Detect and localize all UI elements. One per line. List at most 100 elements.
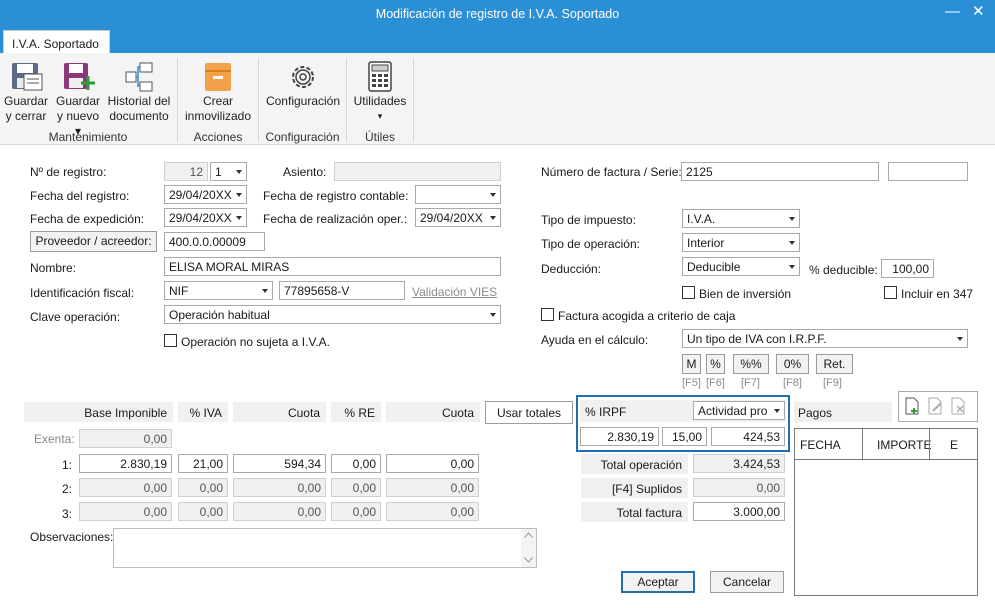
row-1-cuota-re[interactable]: 0,00 (386, 454, 479, 473)
row-2-re[interactable]: 0,00 (331, 478, 381, 497)
serie-field[interactable] (888, 162, 968, 181)
tipo-operacion-select[interactable]: Interior (682, 233, 800, 252)
bien-inversion-checkbox[interactable] (682, 286, 695, 299)
window-title: Modificación de registro de I.V.A. Sopor… (375, 7, 620, 21)
scroll-down-icon[interactable] (524, 557, 533, 563)
observaciones-textarea[interactable] (113, 528, 537, 568)
col-divider (929, 429, 930, 460)
irpf-label: % IRPF (585, 405, 627, 419)
add-document-icon[interactable] (903, 397, 921, 415)
chevron-down-icon (236, 170, 242, 174)
ayuda-select[interactable]: Un tipo de IVA con I.R.P.F. (682, 329, 968, 348)
row-2-cuota-re[interactable]: 0,00 (386, 478, 479, 497)
row-3-iva[interactable]: 0,00 (178, 502, 228, 521)
irpf-cuota-field[interactable]: 424,53 (711, 427, 785, 446)
incluir-347-label: Incluir en 347 (901, 287, 974, 301)
criterio-caja-checkbox[interactable] (541, 308, 554, 321)
key-f6: [F6] (706, 377, 725, 389)
total-operacion-label: Total operación (581, 454, 688, 474)
minimize-button[interactable]: — (945, 4, 960, 20)
group-mantenimiento: Mantenimiento (48, 130, 128, 144)
configuracion-button[interactable]: Configuración (262, 60, 344, 124)
row-3-cuota[interactable]: 0,00 (233, 502, 326, 521)
header-cuota-re: Cuota (386, 402, 480, 422)
chevron-down-icon (236, 216, 242, 220)
tipo-impuesto-select[interactable]: I.V.A. (682, 209, 800, 228)
crear-inmovilizado-button[interactable]: Crear inmovilizado (181, 60, 255, 124)
key-f7: [F7] (741, 377, 760, 389)
row-2-base[interactable]: 0,00 (79, 478, 172, 497)
irpf-tipo-select[interactable]: Actividad pro (693, 401, 785, 420)
no-sujeta-checkbox[interactable] (164, 334, 177, 347)
guardar-nuevo-button[interactable]: Guardar y nuevo ▾ (53, 60, 103, 138)
row-2-iva[interactable]: 0,00 (178, 478, 228, 497)
crear-label-1: Crear (202, 94, 233, 108)
row-1-iva[interactable]: 21,00 (178, 454, 228, 473)
suplidos-field[interactable]: 0,00 (693, 478, 785, 497)
fecha-realizacion-field[interactable]: 29/04/20XX (415, 208, 501, 227)
history-tree-icon (125, 62, 153, 92)
n-registro-field[interactable]: 12 (164, 162, 208, 181)
historial-label-2: documento (109, 109, 169, 123)
proveedor-field[interactable]: 400.0.0.00009 (164, 232, 265, 251)
bien-inversion-label: Bien de inversión (699, 287, 792, 301)
total-operacion-field[interactable]: 3.424,53 (693, 454, 785, 473)
row-3-re[interactable]: 0,00 (331, 502, 381, 521)
edit-document-icon[interactable] (926, 397, 944, 415)
exenta-field[interactable]: 0,00 (79, 429, 172, 448)
row-3-cuota-re[interactable]: 0,00 (386, 502, 479, 521)
nombre-field[interactable]: ELISA MORAL MIRAS (164, 257, 501, 276)
fecha-realizacion-label: Fecha de realización oper.: (263, 212, 408, 226)
tab-iva-soportado[interactable]: I.V.A. Soportado (3, 30, 110, 54)
suplidos-label: [F4] Suplidos (581, 478, 688, 498)
irpf-pct-field[interactable]: 15,00 (662, 427, 707, 446)
deduccion-value: Deducible (687, 260, 741, 274)
irpf-base-field[interactable]: 2.830,19 (580, 427, 659, 446)
pagos-col-importe: IMPORTE (877, 438, 932, 452)
guardar-cerrar-button[interactable]: Guardar y cerrar (3, 60, 49, 124)
factura-field[interactable]: 2125 (681, 162, 879, 181)
fecha-contable-field[interactable] (415, 185, 501, 204)
clave-select[interactable]: Operación habitual (164, 305, 501, 324)
delete-document-icon[interactable] (949, 397, 967, 415)
utilidades-button[interactable]: Utilidades ▾ (350, 60, 410, 124)
pct-deducible-field[interactable]: 100,00 (881, 259, 934, 278)
row-1-cuota[interactable]: 594,34 (233, 454, 326, 473)
total-factura-field[interactable]: 3.000,00 (693, 502, 785, 521)
utilidades-dropdown-icon: ▾ (377, 111, 383, 121)
calc-m-button[interactable]: M (682, 354, 701, 374)
aceptar-button[interactable]: Aceptar (621, 571, 695, 593)
incluir-347-checkbox[interactable] (884, 286, 897, 299)
chevron-down-icon (262, 289, 268, 293)
scroll-up-icon[interactable] (524, 532, 533, 538)
row-1-re[interactable]: 0,00 (331, 454, 381, 473)
row-3-base[interactable]: 0,00 (79, 502, 172, 521)
group-configuracion: Configuración (265, 130, 340, 144)
id-valor-field[interactable]: 77895658-V (279, 281, 405, 300)
row-2-cuota[interactable]: 0,00 (233, 478, 326, 497)
calc-pct-button[interactable]: % (706, 354, 725, 374)
row-1-base[interactable]: 2.830,19 (79, 454, 172, 473)
proveedor-acreedor-button[interactable]: Proveedor / acreedor: (30, 231, 157, 252)
fecha-registro-field[interactable]: 29/04/20XX (164, 185, 247, 204)
fecha-registro-label: Fecha del registro: (30, 189, 130, 203)
historial-button[interactable]: Historial del documento (106, 60, 172, 124)
guardar-nuevo-label-1: Guardar (55, 94, 101, 108)
chevron-down-icon (236, 193, 242, 197)
tipo-impuesto-value: I.V.A. (687, 212, 716, 226)
key-f8: [F8] (783, 377, 802, 389)
usar-totales-button[interactable]: Usar totales (485, 401, 573, 424)
id-tipo-select[interactable]: NIF (164, 281, 273, 300)
deduccion-select[interactable]: Deducible (682, 257, 800, 276)
fecha-expedicion-field[interactable]: 29/04/20XX (164, 208, 247, 227)
cancelar-button[interactable]: Cancelar (710, 571, 784, 593)
close-button[interactable]: ✕ (972, 4, 985, 20)
crear-label-2: inmovilizado (184, 109, 252, 123)
n-registro-serie-select[interactable]: 1 (210, 162, 247, 181)
calc-zero-button[interactable]: 0% (776, 354, 809, 374)
asiento-field[interactable] (334, 162, 501, 181)
calc-ret-button[interactable]: Ret. (816, 354, 853, 374)
validacion-vies-link[interactable]: Validación VIES (412, 285, 497, 299)
chevron-down-icon (490, 193, 496, 197)
calc-pctpct-button[interactable]: %% (733, 354, 769, 374)
